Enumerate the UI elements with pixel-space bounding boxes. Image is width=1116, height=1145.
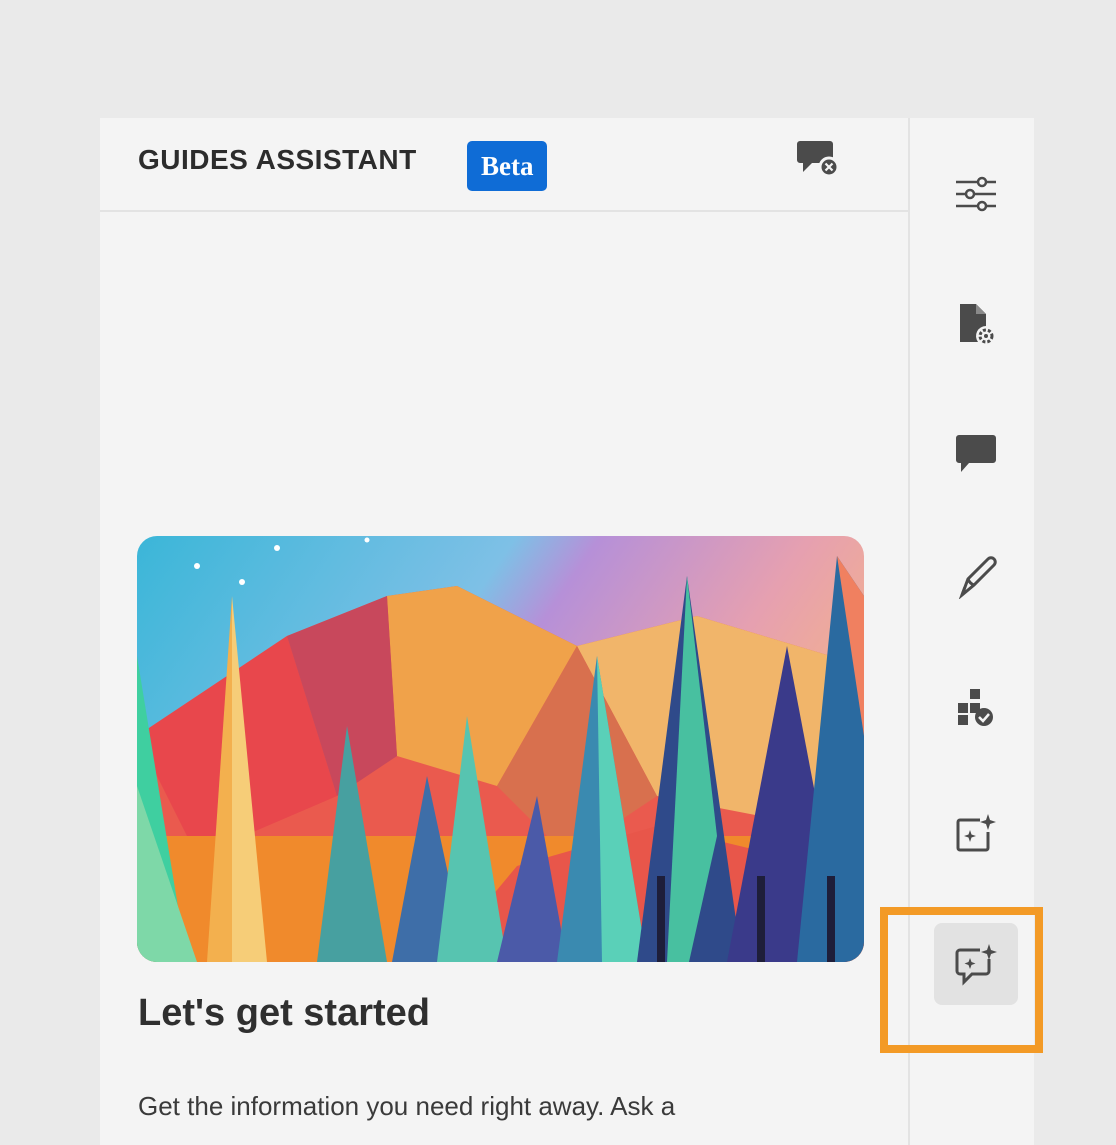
ai-content-icon xyxy=(956,814,996,852)
document-settings-icon xyxy=(960,304,994,344)
rail-button-filters[interactable] xyxy=(934,153,1018,235)
panel-title: GUIDES ASSISTANT xyxy=(138,144,417,175)
end-chat-icon xyxy=(797,141,840,178)
approve-blocks-icon xyxy=(958,689,993,726)
section-description: Get the information you need right away.… xyxy=(138,1091,676,1121)
rail-button-document-settings[interactable] xyxy=(934,283,1018,365)
section-heading: Let's get started xyxy=(138,992,430,1034)
rail-button-edit[interactable] xyxy=(934,536,1018,618)
highlight-box xyxy=(880,907,1043,1053)
end-chat-button[interactable] xyxy=(792,136,844,182)
filters-icon xyxy=(956,176,996,212)
rail-button-comments[interactable] xyxy=(934,413,1018,495)
rail-button-approve[interactable] xyxy=(934,666,1018,748)
beta-badge: Beta xyxy=(467,141,548,191)
panel-header: GUIDES ASSISTANT Beta xyxy=(100,118,908,212)
app-window: GUIDES ASSISTANT Beta Let's get started … xyxy=(0,0,1116,1145)
edit-pen-icon xyxy=(958,556,997,599)
guides-assistant-panel: GUIDES ASSISTANT Beta Let's get started … xyxy=(100,118,908,1145)
comment-icon xyxy=(956,435,996,472)
rail-button-ai-content[interactable] xyxy=(934,793,1018,875)
hero-illustration xyxy=(137,536,864,962)
